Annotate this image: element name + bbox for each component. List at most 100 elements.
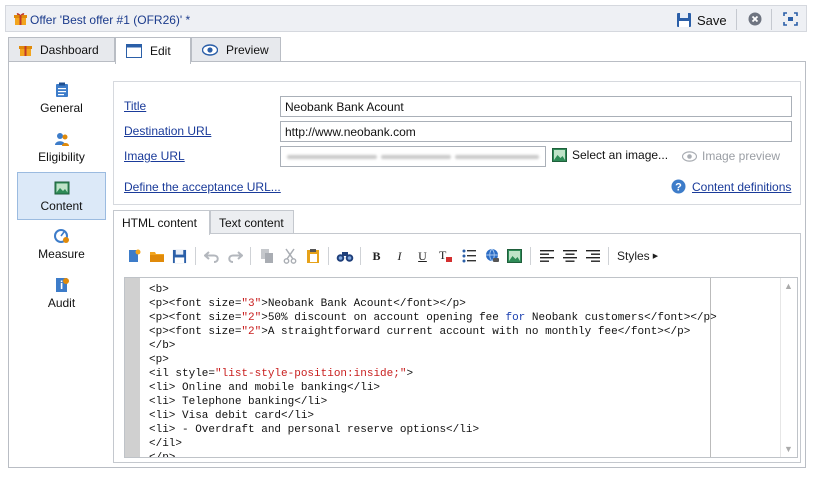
scroll-up-icon[interactable]: ▲: [784, 281, 793, 291]
styles-dropdown[interactable]: Styles ▶: [613, 249, 662, 263]
eye-icon: [682, 150, 697, 162]
toolbar-divider: [195, 247, 196, 265]
sidebar-item-audit[interactable]: Audit: [17, 269, 106, 317]
underline-button[interactable]: U: [411, 245, 434, 267]
code-line: <b>: [149, 284, 169, 296]
code-line: <p><font size="2">A straightforward curr…: [149, 326, 691, 338]
code-line: <p><font size="3">Neobank Bank Acount</f…: [149, 298, 466, 310]
vertical-scrollbar[interactable]: ▲ ▼: [780, 278, 797, 457]
content-definitions-label: Content definitions: [692, 179, 792, 194]
select-image-label: Select an image...: [572, 148, 669, 162]
toolbar-divider: [736, 9, 737, 30]
code-line: <p><font size="2">50% discount on accoun…: [149, 312, 717, 324]
code-line: <li> Online and mobile banking</li>: [149, 382, 381, 394]
title-label[interactable]: Title: [124, 99, 146, 113]
svg-text:?: ?: [675, 182, 682, 194]
title-field[interactable]: Neobank Bank Acount: [280, 96, 792, 117]
align-left-icon[interactable]: [535, 245, 558, 267]
sidebar-item-eligibility[interactable]: Eligibility: [17, 123, 106, 171]
code-line: <il style="list-style-position:inside;">: [149, 368, 414, 380]
sidebar-item-measure[interactable]: Measure: [17, 220, 106, 268]
destination-url-label[interactable]: Destination URL: [124, 124, 211, 138]
gift-icon: [14, 13, 27, 25]
bullet-list-icon[interactable]: [457, 245, 480, 267]
new-document-icon[interactable]: [122, 245, 145, 267]
bold-button[interactable]: B: [365, 245, 388, 267]
code-line: <p>: [149, 354, 169, 366]
tab-html-content[interactable]: HTML content: [113, 210, 210, 235]
gift-icon: [19, 46, 32, 56]
toolbar-divider: [771, 9, 772, 30]
sidebar-item-general[interactable]: General: [17, 74, 106, 122]
tab-label: Preview: [226, 43, 269, 57]
tab-label: Dashboard: [40, 43, 99, 57]
insert-image-icon[interactable]: [503, 245, 526, 267]
align-center-icon[interactable]: [558, 245, 581, 267]
editor-toolbar: B I U T Styles ▶: [122, 244, 662, 268]
code-line: </il>: [149, 438, 183, 450]
redo-icon[interactable]: [223, 245, 246, 267]
maximize-icon[interactable]: [783, 12, 798, 26]
code-line: </b>: [149, 340, 176, 352]
window-titlebar: Offer 'Best offer #1 (OFR26)' * Save: [5, 5, 807, 32]
users-icon: [54, 132, 69, 146]
tab-dashboard[interactable]: Dashboard: [8, 37, 115, 62]
info-doc-icon: [55, 277, 69, 292]
sidebar-item-label: Audit: [47, 295, 76, 310]
image-preview-label: Image preview: [702, 149, 781, 163]
image-url-label[interactable]: Image URL: [124, 149, 185, 163]
edit-window-icon: [126, 44, 142, 58]
code-editor[interactable]: <b> <p><font size="3">Neobank Bank Acount…: [124, 277, 798, 458]
cut-icon[interactable]: [278, 245, 301, 267]
toolbar-divider: [608, 247, 609, 265]
tab-edit[interactable]: Edit: [115, 37, 191, 64]
toolbar-divider: [328, 247, 329, 265]
svg-text:T: T: [439, 248, 447, 262]
tab-text-content[interactable]: Text content: [210, 210, 294, 234]
content-definitions-link[interactable]: ? Content definitions: [671, 179, 791, 194]
acceptance-url-link[interactable]: Define the acceptance URL...: [124, 180, 281, 194]
italic-button[interactable]: I: [388, 245, 411, 267]
triangle-right-icon: ▶: [652, 253, 659, 260]
tab-preview[interactable]: Preview: [191, 37, 281, 62]
copy-icon[interactable]: [255, 245, 278, 267]
find-icon[interactable]: [333, 245, 356, 267]
toolbar-divider: [360, 247, 361, 265]
toolbar-divider: [250, 247, 251, 265]
sidebar-item-content[interactable]: Content: [17, 172, 106, 220]
toolbar-divider: [530, 247, 531, 265]
save-icon[interactable]: [168, 245, 191, 267]
code-line: <li> Telephone banking</li>: [149, 396, 328, 408]
gauge-icon: [53, 228, 69, 243]
text-color-icon[interactable]: T: [434, 245, 457, 267]
image-url-field[interactable]: [280, 146, 546, 167]
floppy-icon: [677, 13, 691, 27]
code-line: <li> Visa debit card</li>: [149, 410, 315, 422]
scroll-down-icon[interactable]: ▼: [784, 444, 793, 454]
image-preview-button: Image preview: [682, 149, 780, 163]
eye-icon: [202, 44, 218, 56]
align-right-icon[interactable]: [581, 245, 604, 267]
window-title: Offer 'Best offer #1 (OFR26)' *: [30, 13, 191, 27]
sidebar-item-label: Eligibility: [38, 149, 85, 164]
close-circle-icon[interactable]: [748, 12, 762, 26]
undo-icon[interactable]: [200, 245, 223, 267]
code-line: <li> - Overdraft and personal reserve op…: [149, 424, 480, 436]
insert-link-icon[interactable]: [480, 245, 503, 267]
destination-url-field[interactable]: http://www.neobank.com: [280, 121, 792, 142]
select-image-button[interactable]: Select an image...: [552, 148, 668, 162]
picture-icon: [54, 181, 69, 194]
html-editor: B I U T Styles ▶ <b> <p><font size="3">N…: [113, 233, 801, 463]
paste-icon[interactable]: [301, 245, 324, 267]
edit-panel: General Eligibility Content Measure Audi…: [8, 61, 806, 468]
code-line: </p>: [149, 452, 176, 458]
code-gutter: [125, 278, 140, 457]
sidebar-item-label: Content: [40, 198, 83, 213]
code-lines[interactable]: <b> <p><font size="3">Neobank Bank Acount…: [149, 283, 717, 458]
save-label: Save: [697, 12, 727, 28]
save-button[interactable]: Save: [676, 10, 727, 30]
clipboard-icon: [55, 82, 68, 97]
sidebar-item-label: Measure: [38, 246, 85, 261]
open-folder-icon[interactable]: [145, 245, 168, 267]
tab-label: Edit: [150, 44, 171, 58]
